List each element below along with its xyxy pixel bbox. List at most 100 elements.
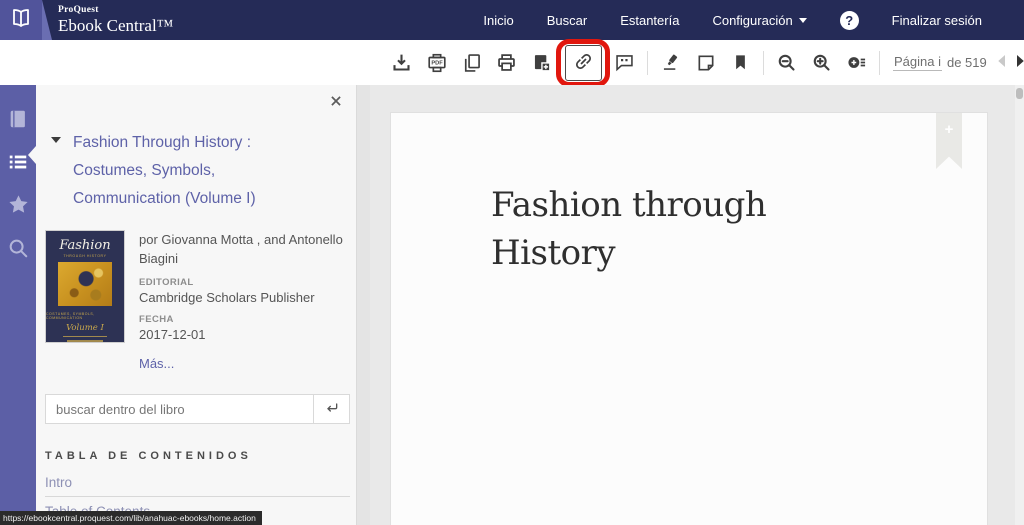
pdf-icon: PDF	[426, 52, 448, 74]
book-info: Fashion THROUGH HISTORY COSTUMES, SYMBOL…	[45, 230, 356, 373]
chevron-down-icon	[799, 18, 807, 23]
cover-caption: COSTUMES, SYMBOLS, COMMUNICATION	[46, 312, 124, 320]
copy-button[interactable]	[454, 44, 489, 82]
page-number-input[interactable]: Página i	[893, 54, 942, 71]
cover-artwork	[58, 262, 112, 306]
zoom-out-icon	[776, 52, 797, 73]
book-title-link[interactable]: Fashion Through History : Costumes, Symb…	[73, 129, 318, 213]
panel-scrollbar[interactable]	[356, 85, 370, 525]
annotations-tab[interactable]	[4, 193, 32, 219]
pdf-button[interactable]: PDF	[419, 44, 454, 82]
cite-button[interactable]	[607, 44, 642, 82]
nav-item-label: Configuración	[712, 13, 792, 28]
book-detail-panel: Fashion Through History : Costumes, Symb…	[36, 85, 356, 525]
page-heading-line1: Fashion through	[491, 181, 766, 229]
separator	[879, 51, 880, 75]
cover-title: Fashion	[59, 238, 110, 253]
toc-header: TABLA DE CONTENIDOS	[45, 450, 356, 462]
book-detail-tab[interactable]	[4, 107, 32, 133]
active-tab-pointer	[28, 146, 36, 164]
quote-bubble-icon	[614, 52, 635, 73]
brand-ebook-central: Ebook Central™	[58, 17, 173, 34]
nav-item-inicio[interactable]: Inicio	[483, 13, 513, 28]
document-viewer: + Fashion through History	[370, 85, 1024, 525]
arrow-left-icon	[993, 52, 1011, 73]
bookmark-button[interactable]	[723, 44, 758, 82]
cover-editors-line	[67, 340, 103, 342]
reading-options-button[interactable]	[839, 44, 874, 82]
note-button[interactable]	[688, 44, 723, 82]
zoom-out-button[interactable]	[769, 44, 804, 82]
nav-item-label: Inicio	[483, 13, 513, 28]
highlighter-icon	[660, 52, 681, 73]
search-in-book-tab[interactable]	[4, 236, 32, 262]
page-navigator: Página i de 519	[893, 54, 987, 71]
cover-subtitle: THROUGH HISTORY	[63, 254, 106, 258]
print-button[interactable]	[489, 44, 524, 82]
top-navbar: ProQuest Ebook Central™ Inicio Buscar Es…	[0, 0, 1024, 40]
nav-item-label: Estantería	[620, 13, 679, 28]
brand: ProQuest Ebook Central™	[58, 6, 173, 35]
book-metadata: por Giovanna Motta , and Antonello Biagi…	[139, 230, 344, 373]
share-link-button[interactable]	[565, 45, 602, 81]
book-icon	[7, 108, 29, 133]
download-button[interactable]	[384, 44, 419, 82]
enter-icon	[324, 400, 340, 419]
link-icon	[573, 51, 594, 75]
nav-item-configuracion[interactable]: Configuración	[712, 13, 806, 28]
fecha-value: 2017-12-01	[139, 327, 344, 342]
page-count-label: de 519	[947, 55, 987, 70]
fecha-label: FECHA	[139, 314, 344, 325]
book-authors: por Giovanna Motta , and Antonello Biagi…	[139, 230, 344, 268]
nav-item-estanteria[interactable]: Estantería	[620, 13, 679, 28]
search-in-book-input[interactable]	[46, 395, 313, 423]
nav-item-label: Buscar	[547, 13, 587, 28]
proquest-logo[interactable]	[0, 0, 42, 40]
cover-volume: Volume I	[66, 323, 104, 333]
download-icon	[391, 52, 412, 73]
bookmark-icon	[731, 53, 750, 72]
editorial-label: EDITORIAL	[139, 277, 344, 288]
page-heading: Fashion through History	[491, 181, 766, 277]
highlight-button[interactable]	[653, 44, 688, 82]
print-icon	[496, 52, 517, 73]
note-icon	[696, 53, 716, 73]
separator	[647, 51, 648, 75]
cover-editors-line	[63, 336, 107, 338]
brand-proquest: ProQuest	[58, 6, 173, 16]
viewer-scrollbar[interactable]	[1015, 85, 1024, 525]
close-panel-button[interactable]	[329, 94, 343, 111]
zoom-in-icon	[811, 52, 832, 73]
previous-page-button[interactable]	[993, 44, 1011, 82]
book-cover-thumbnail: Fashion THROUGH HISTORY COSTUMES, SYMBOL…	[45, 230, 125, 343]
collapse-caret-icon[interactable]	[51, 137, 61, 143]
zoom-in-button[interactable]	[804, 44, 839, 82]
book-title-row: Fashion Through History : Costumes, Symb…	[45, 129, 356, 213]
close-icon	[329, 96, 343, 111]
more-link[interactable]: Más...	[139, 356, 174, 371]
help-icon[interactable]: ?	[840, 11, 859, 30]
open-book-icon	[9, 6, 33, 35]
content-region: Fashion Through History : Costumes, Symb…	[0, 85, 1024, 525]
search-icon	[7, 237, 29, 262]
star-icon	[7, 193, 30, 219]
options-list-icon	[846, 52, 867, 73]
list-icon	[7, 151, 29, 176]
reader-toolbar: PDF	[0, 40, 1024, 85]
logout-label: Finalizar sesión	[892, 13, 982, 28]
editorial-value: Cambridge Scholars Publisher	[139, 290, 344, 305]
add-book-icon	[531, 52, 552, 73]
logout-button[interactable]: Finalizar sesión	[892, 13, 982, 28]
toc-item-intro[interactable]: Intro	[45, 468, 350, 497]
add-to-bookshelf-button[interactable]	[524, 44, 559, 82]
nav-item-buscar[interactable]: Buscar	[547, 13, 587, 28]
search-submit-button[interactable]	[313, 395, 349, 423]
arrow-right-icon	[1011, 52, 1024, 73]
next-page-button[interactable]	[1011, 44, 1024, 82]
ebook-central-reader: ProQuest Ebook Central™ Inicio Buscar Es…	[0, 0, 1024, 525]
status-url-tooltip: https://ebookcentral.proquest.com/lib/an…	[0, 511, 262, 525]
search-in-book-box	[45, 394, 350, 424]
viewer-scrollbar-thumb[interactable]	[1016, 88, 1023, 99]
bookmark-ribbon[interactable]: +	[936, 113, 962, 169]
separator	[763, 51, 764, 75]
